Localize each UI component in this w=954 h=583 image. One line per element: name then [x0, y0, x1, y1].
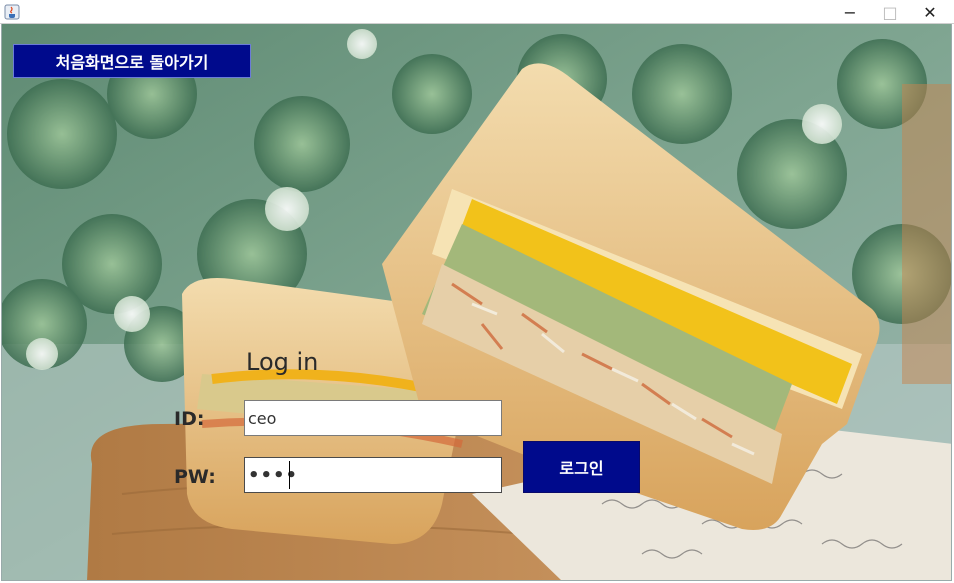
- id-field[interactable]: [244, 400, 502, 436]
- java-icon: [4, 4, 20, 20]
- minimize-button[interactable]: −: [830, 0, 870, 24]
- id-label: ID:: [174, 408, 205, 430]
- password-field[interactable]: [244, 457, 502, 493]
- pw-label: PW:: [174, 466, 216, 488]
- login-button[interactable]: 로그인: [523, 441, 640, 493]
- close-button[interactable]: ✕: [910, 0, 950, 24]
- background-image: [2, 24, 951, 580]
- maximize-button[interactable]: □: [870, 0, 910, 24]
- back-to-start-button[interactable]: 처음화면으로 돌아가기: [13, 44, 251, 78]
- login-title: Log in: [246, 348, 319, 376]
- content-area: [1, 24, 952, 581]
- text-caret: [289, 461, 290, 489]
- window-titlebar: − □ ✕: [0, 0, 954, 24]
